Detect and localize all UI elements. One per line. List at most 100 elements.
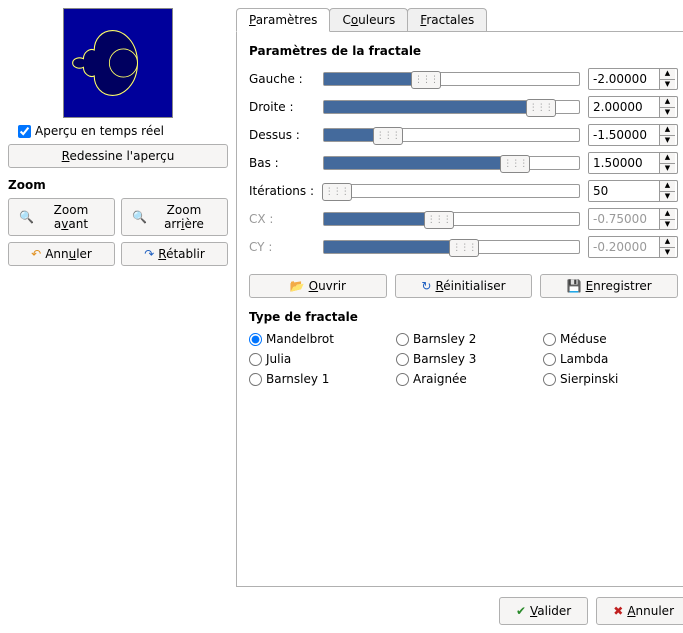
- fractal-radio-0[interactable]: [249, 333, 262, 346]
- spin-down-3[interactable]: ▼: [660, 164, 675, 174]
- open-label: Ouvrir: [309, 279, 346, 293]
- fractal-radio-2[interactable]: [543, 333, 556, 346]
- param-spinbox-3[interactable]: ▲▼: [588, 152, 678, 174]
- fractal-label-7: Araignée: [413, 372, 467, 386]
- param-input-3[interactable]: [589, 153, 659, 173]
- fractal-option-1[interactable]: Barnsley 2: [396, 332, 531, 346]
- spin-down-1[interactable]: ▼: [660, 108, 675, 118]
- fractal-type-title: Type de fractale: [249, 310, 678, 324]
- spin-up-1[interactable]: ▲: [660, 97, 675, 108]
- spin-up-5: ▲: [660, 209, 675, 220]
- slider-thumb-4[interactable]: ⋮⋮⋮: [322, 183, 352, 201]
- zoom-out-button[interactable]: 🔍 Zoom arrière: [121, 198, 228, 236]
- fractal-label-8: Sierpinski: [560, 372, 618, 386]
- zoom-in-icon: 🔍: [19, 210, 34, 224]
- param-label-4: Itérations :: [249, 184, 315, 198]
- tab-colors[interactable]: Couleurs: [329, 8, 408, 31]
- param-spinbox-6: ▲▼: [588, 236, 678, 258]
- undo-button[interactable]: ↶ Annuler: [8, 242, 115, 266]
- tab-fractals[interactable]: Fractales: [407, 8, 487, 31]
- zoom-out-label: Zoom arrière: [151, 203, 217, 231]
- param-row-3: Bas : ⋮⋮⋮ ▲▼: [249, 152, 678, 174]
- reset-label: Réinitialiser: [435, 279, 505, 293]
- fractal-label-2: Méduse: [560, 332, 607, 346]
- fractal-option-8[interactable]: Sierpinski: [543, 372, 678, 386]
- fractal-option-4[interactable]: Barnsley 3: [396, 352, 531, 366]
- fractal-option-5[interactable]: Lambda: [543, 352, 678, 366]
- realtime-preview-input[interactable]: [18, 125, 31, 138]
- fractal-option-0[interactable]: Mandelbrot: [249, 332, 384, 346]
- fractal-radio-1[interactable]: [396, 333, 409, 346]
- slider-thumb-5: ⋮⋮⋮: [424, 211, 454, 229]
- fractal-radio-8[interactable]: [543, 373, 556, 386]
- redraw-preview-button[interactable]: Redessine l'aperçu: [8, 144, 228, 168]
- param-slider-2[interactable]: ⋮⋮⋮: [323, 128, 580, 142]
- zoom-out-icon: 🔍: [132, 210, 147, 224]
- param-label-6: CY :: [249, 240, 315, 254]
- param-row-6: CY :⋮⋮⋮▲▼: [249, 236, 678, 258]
- param-label-0: Gauche :: [249, 72, 315, 86]
- param-input-4[interactable]: [589, 181, 659, 201]
- spin-down-0[interactable]: ▼: [660, 80, 675, 90]
- param-slider-1[interactable]: ⋮⋮⋮: [323, 100, 580, 114]
- realtime-preview-checkbox[interactable]: Aperçu en temps réel: [8, 124, 228, 138]
- open-button[interactable]: 📂 Ouvrir: [249, 274, 387, 298]
- fractal-label-5: Lambda: [560, 352, 608, 366]
- spin-up-4[interactable]: ▲: [660, 181, 675, 192]
- fractal-option-7[interactable]: Araignée: [396, 372, 531, 386]
- fractal-radio-4[interactable]: [396, 353, 409, 366]
- save-label: Enregistrer: [586, 279, 652, 293]
- fractal-radio-5[interactable]: [543, 353, 556, 366]
- redo-button[interactable]: ↷ Rétablir: [121, 242, 228, 266]
- save-button[interactable]: 💾 Enregistrer: [540, 274, 678, 298]
- param-row-0: Gauche : ⋮⋮⋮ ▲▼: [249, 68, 678, 90]
- slider-thumb-1[interactable]: ⋮⋮⋮: [526, 99, 556, 117]
- param-slider-5: ⋮⋮⋮: [323, 212, 580, 226]
- fractal-option-2[interactable]: Méduse: [543, 332, 678, 346]
- fractal-option-6[interactable]: Barnsley 1: [249, 372, 384, 386]
- param-spinbox-0[interactable]: ▲▼: [588, 68, 678, 90]
- param-spinbox-1[interactable]: ▲▼: [588, 96, 678, 118]
- spin-up-0[interactable]: ▲: [660, 69, 675, 80]
- refresh-icon: ↻: [421, 279, 431, 293]
- slider-thumb-3[interactable]: ⋮⋮⋮: [500, 155, 530, 173]
- fractal-option-3[interactable]: Julia: [249, 352, 384, 366]
- param-row-2: Dessus :⋮⋮⋮▲▼: [249, 124, 678, 146]
- slider-thumb-0[interactable]: ⋮⋮⋮: [411, 71, 441, 89]
- cancel-button[interactable]: ✖ Annuler: [596, 597, 683, 625]
- spin-down-2[interactable]: ▼: [660, 136, 675, 146]
- param-input-2[interactable]: [589, 125, 659, 145]
- undo-label: Annuler: [45, 247, 92, 261]
- param-slider-4[interactable]: ⋮⋮⋮: [323, 184, 580, 198]
- param-input-1[interactable]: [589, 97, 659, 117]
- param-input-5: [589, 209, 659, 229]
- spin-down-4[interactable]: ▼: [660, 192, 675, 202]
- param-label-1: Droite :: [249, 100, 315, 114]
- param-slider-3[interactable]: ⋮⋮⋮: [323, 156, 580, 170]
- spin-up-2[interactable]: ▲: [660, 125, 675, 136]
- fractal-label-6: Barnsley 1: [266, 372, 329, 386]
- param-input-0[interactable]: [589, 69, 659, 89]
- fractal-label-1: Barnsley 2: [413, 332, 476, 346]
- redo-label: Rétablir: [158, 247, 204, 261]
- check-icon: ✔: [516, 604, 526, 618]
- fractal-preview: [63, 8, 173, 118]
- param-input-6: [589, 237, 659, 257]
- ok-button[interactable]: ✔ Valider: [499, 597, 588, 625]
- cancel-label: Annuler: [627, 604, 674, 618]
- spin-up-3[interactable]: ▲: [660, 153, 675, 164]
- param-label-3: Bas :: [249, 156, 315, 170]
- reset-button[interactable]: ↻ Réinitialiser: [395, 274, 533, 298]
- slider-thumb-2[interactable]: ⋮⋮⋮: [373, 127, 403, 145]
- param-spinbox-2[interactable]: ▲▼: [588, 124, 678, 146]
- param-row-4: Itérations : ⋮⋮⋮ ▲▼: [249, 180, 678, 202]
- fractal-radio-3[interactable]: [249, 353, 262, 366]
- fractal-radio-7[interactable]: [396, 373, 409, 386]
- param-spinbox-4[interactable]: ▲▼: [588, 180, 678, 202]
- param-slider-0[interactable]: ⋮⋮⋮: [323, 72, 580, 86]
- zoom-in-button[interactable]: 🔍 Zoom avant: [8, 198, 115, 236]
- param-row-1: Droite : ⋮⋮⋮ ▲▼: [249, 96, 678, 118]
- redraw-preview-label: Redessine l'aperçu: [62, 149, 175, 163]
- fractal-radio-6[interactable]: [249, 373, 262, 386]
- tab-parameters[interactable]: Paramètres: [236, 8, 330, 32]
